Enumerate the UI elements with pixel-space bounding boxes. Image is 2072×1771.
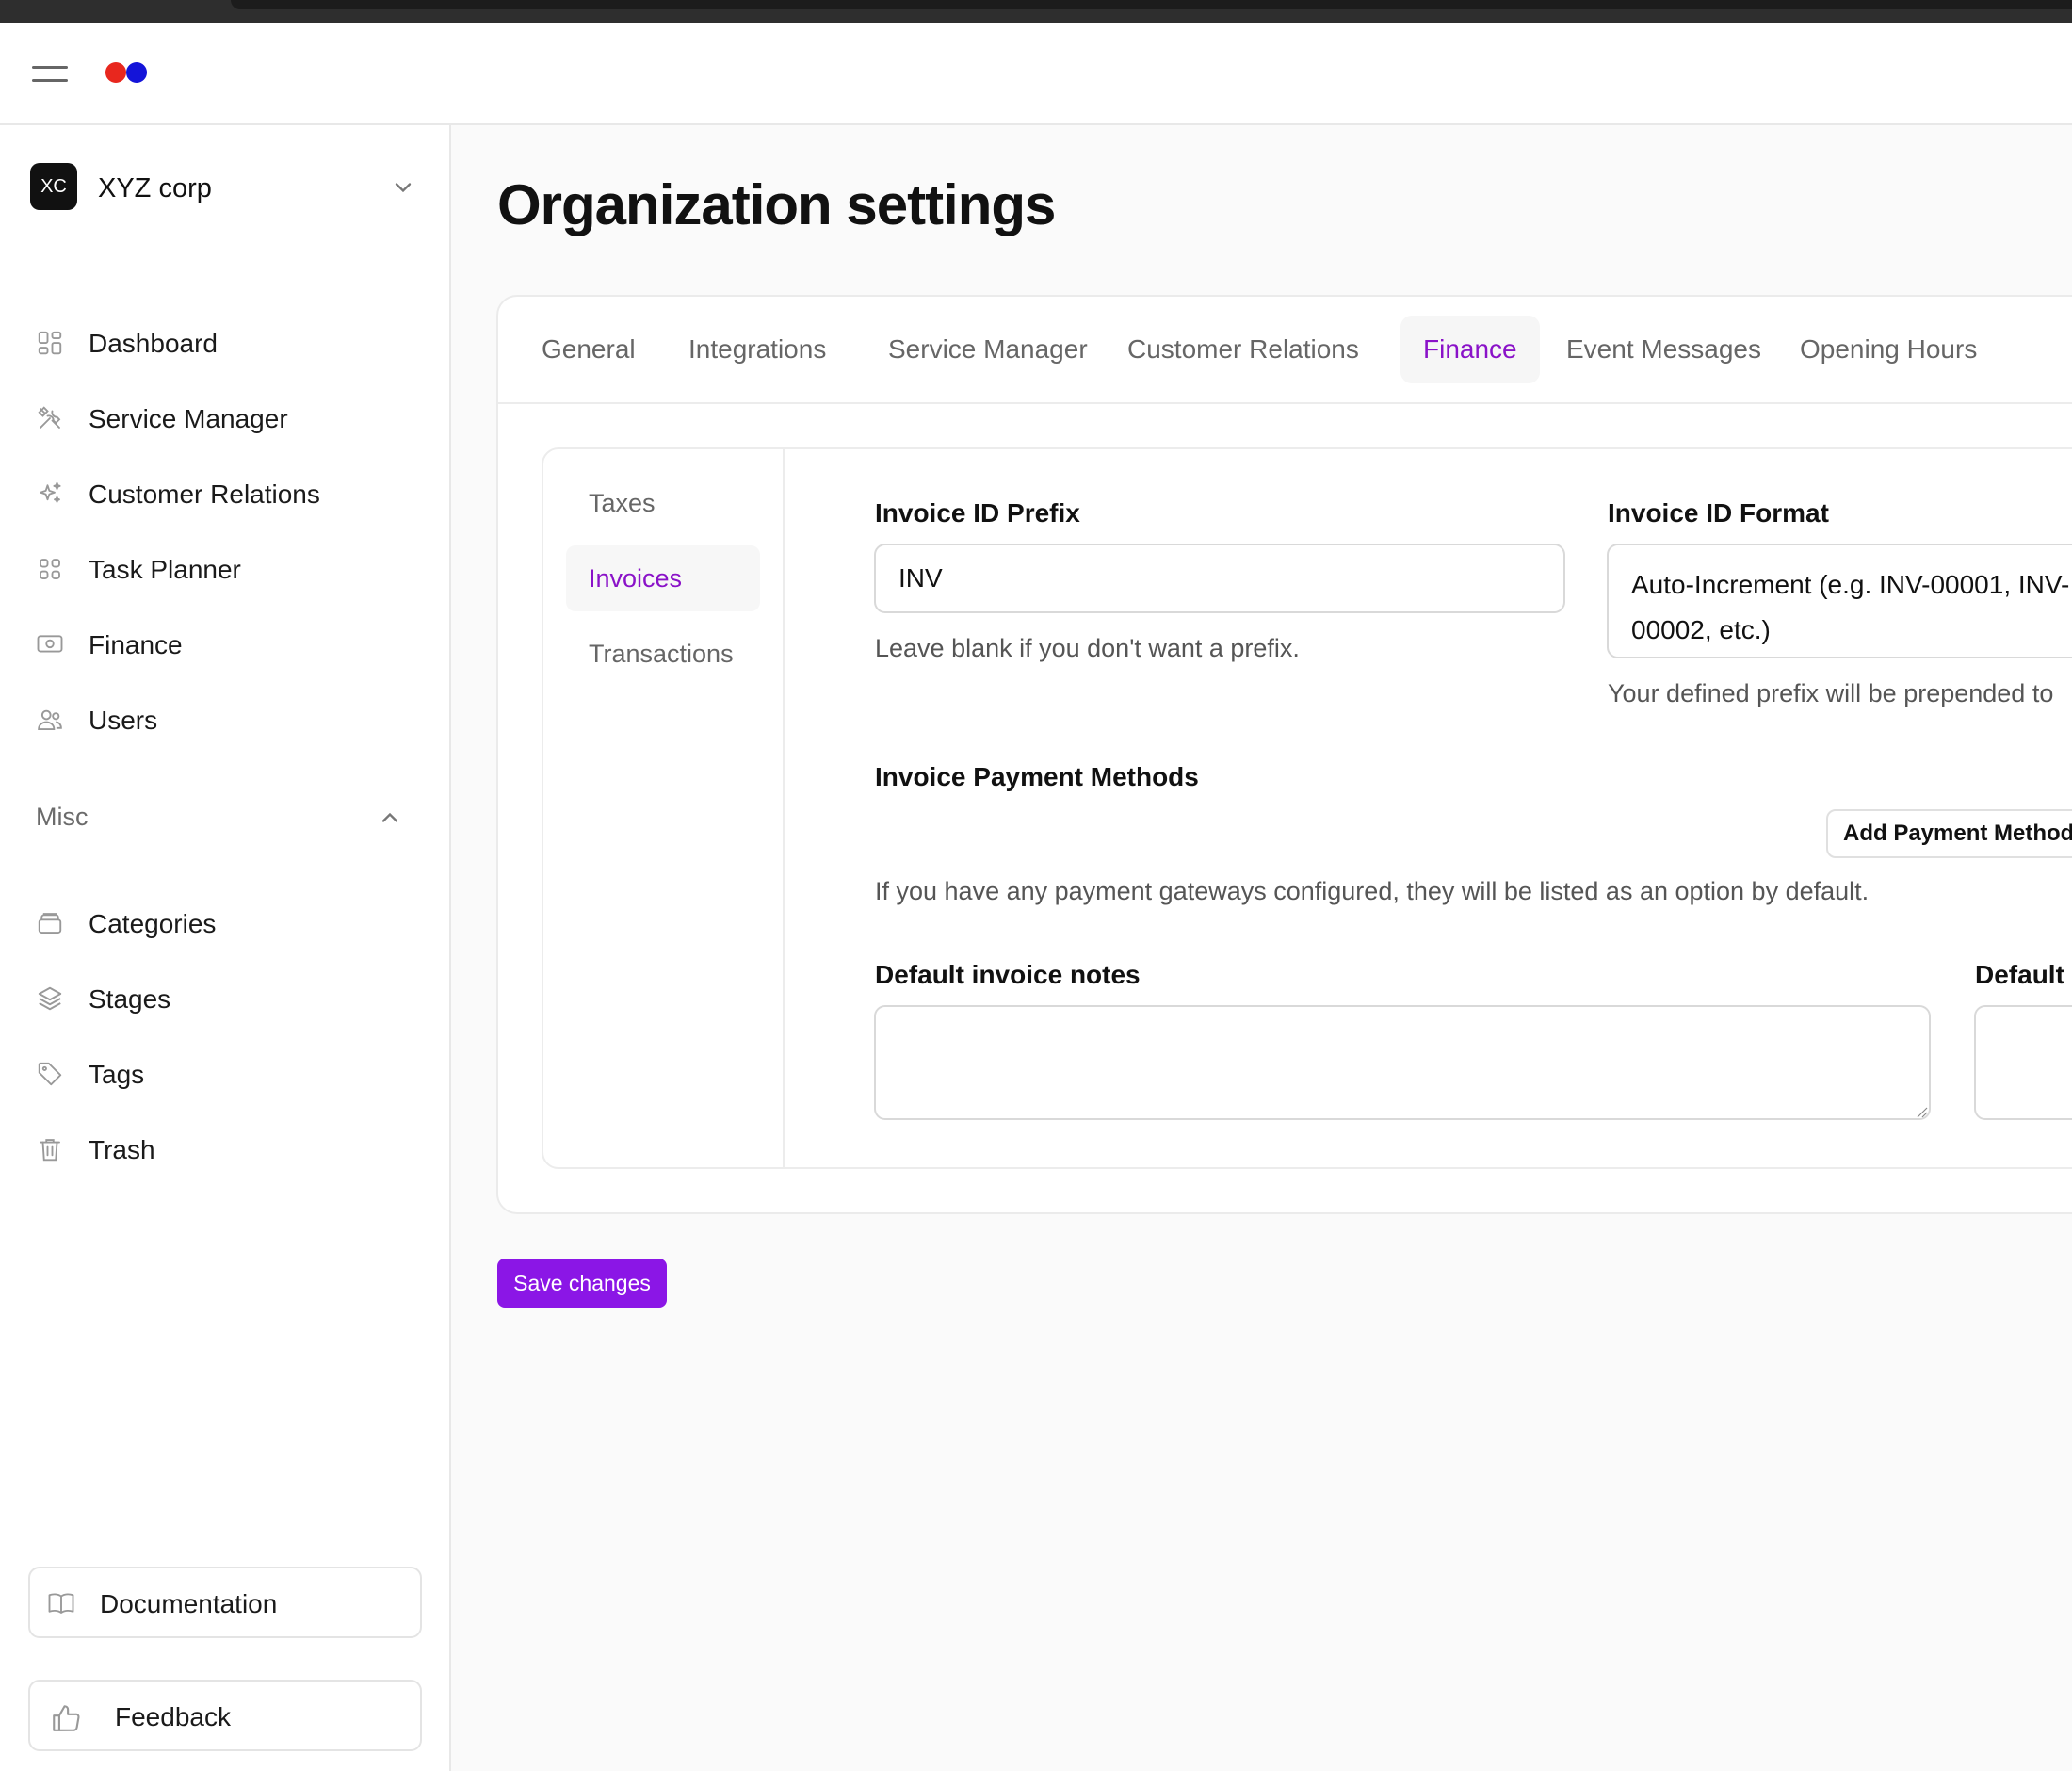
- thumbs-up-icon: [53, 1705, 80, 1731]
- logo-red-dot: [105, 62, 126, 83]
- misc-section-toggle[interactable]: Misc: [36, 799, 403, 837]
- chevron-down-icon: [395, 183, 412, 193]
- menu-icon[interactable]: [32, 62, 68, 85]
- sidebar: XC XYZ corp Dashboard Service Manager Cu…: [0, 125, 451, 1771]
- finance-panel: Taxes Invoices Transactions Invoice ID P…: [542, 447, 2072, 1169]
- documentation-label: Documentation: [100, 1589, 278, 1618]
- tab-integrations[interactable]: Integrations: [666, 316, 849, 383]
- sidebar-item-label: Stages: [89, 984, 171, 1014]
- resize-grip-icon[interactable]: [1915, 1105, 1928, 1118]
- invoice-prefix-label: Invoice ID Prefix: [875, 498, 1080, 528]
- invoice-format-value: Auto-Increment (e.g. INV-00001, INV-0000…: [1631, 570, 2070, 644]
- subnav-label: Invoices: [589, 564, 683, 593]
- second-notes-label: Default i: [1975, 960, 2072, 989]
- banknote-icon: [37, 635, 63, 653]
- layers-icon: [38, 986, 62, 1011]
- tab-general[interactable]: General: [519, 316, 658, 383]
- documentation-button[interactable]: Documentation: [28, 1567, 422, 1638]
- default-notes-label: Default invoice notes: [875, 960, 1141, 989]
- sidebar-item-task-planner[interactable]: Task Planner: [30, 543, 416, 595]
- sidebar-item-label: Customer Relations: [89, 479, 320, 509]
- org-avatar: XC: [30, 163, 77, 210]
- second-notes-textarea[interactable]: [1974, 1005, 2072, 1120]
- invoice-format-help: Your defined prefix will be prepended to: [1608, 679, 2054, 707]
- settings-card: General Integrations Service Manager Cus…: [496, 295, 2072, 1214]
- browser-chrome: [0, 0, 2072, 23]
- subnav-taxes[interactable]: Taxes: [566, 470, 760, 536]
- app-window: XC XYZ corp Dashboard Service Manager Cu…: [0, 23, 2072, 1771]
- sidebar-item-label: Tags: [89, 1060, 145, 1089]
- subnav-label: Transactions: [589, 640, 734, 668]
- grid-icon: [40, 559, 60, 579]
- default-notes-textarea[interactable]: [874, 1005, 1931, 1120]
- org-name: XYZ corp: [98, 173, 212, 203]
- sidebar-item-categories[interactable]: Categories: [30, 897, 416, 950]
- tools-icon: [38, 406, 61, 429]
- invoice-format-label: Invoice ID Format: [1608, 498, 1829, 528]
- logo-blue-dot: [126, 62, 147, 83]
- top-bar: [0, 23, 2072, 125]
- page-title: Organization settings: [497, 173, 1056, 236]
- chevron-up-icon: [381, 812, 398, 822]
- browser-tab-strip: [231, 0, 2072, 9]
- dashboard-icon: [38, 331, 62, 355]
- sidebar-item-finance[interactable]: Finance: [30, 618, 416, 671]
- subnav-label: Taxes: [589, 489, 656, 517]
- sidebar-item-customer-relations[interactable]: Customer Relations: [30, 467, 416, 520]
- sidebar-item-label: Finance: [89, 630, 183, 659]
- payment-methods-label: Invoice Payment Methods: [875, 762, 1199, 791]
- misc-section-label: Misc: [36, 803, 89, 831]
- sidebar-item-tags[interactable]: Tags: [30, 1048, 416, 1100]
- subnav-invoices[interactable]: Invoices: [566, 545, 760, 611]
- payment-methods-help: If you have any payment gateways configu…: [875, 877, 1870, 905]
- subnav-transactions[interactable]: Transactions: [566, 621, 760, 687]
- main-content: Organization settings General Integratio…: [451, 125, 2072, 1771]
- add-payment-method-button[interactable]: Add Payment Method: [1826, 809, 2072, 858]
- sidebar-item-service-manager[interactable]: Service Manager: [30, 392, 416, 445]
- sparkles-icon: [40, 481, 61, 503]
- feedback-label: Feedback: [115, 1702, 231, 1731]
- sidebar-item-label: Categories: [89, 909, 217, 938]
- archive-icon: [38, 913, 62, 934]
- tab-customer-relations[interactable]: Customer Relations: [1105, 316, 1382, 383]
- tag-icon: [38, 1062, 62, 1086]
- trash-icon: [40, 1139, 60, 1162]
- invoice-prefix-help: Leave blank if you don't want a prefix.: [875, 634, 1300, 662]
- sidebar-item-users[interactable]: Users: [30, 693, 416, 746]
- tab-opening-hours[interactable]: Opening Hours: [1777, 316, 1999, 383]
- users-icon: [38, 709, 62, 730]
- sidebar-item-label: Service Manager: [89, 404, 288, 433]
- book-icon: [48, 1593, 74, 1614]
- sidebar-item-label: Task Planner: [89, 555, 241, 584]
- sidebar-item-label: Trash: [89, 1135, 155, 1164]
- app-logo: [105, 62, 151, 83]
- save-changes-button[interactable]: Save changes: [497, 1259, 667, 1308]
- sidebar-item-trash[interactable]: Trash: [30, 1123, 416, 1176]
- tab-service-manager[interactable]: Service Manager: [866, 316, 1110, 383]
- tab-finance[interactable]: Finance: [1400, 316, 1540, 383]
- org-switcher[interactable]: XC XYZ corp: [30, 163, 416, 212]
- sidebar-item-dashboard[interactable]: Dashboard: [30, 317, 416, 369]
- feedback-button[interactable]: Feedback: [28, 1680, 422, 1751]
- tab-event-messages[interactable]: Event Messages: [1544, 316, 1784, 383]
- invoice-format-select[interactable]: Auto-Increment (e.g. INV-00001, INV-0000…: [1607, 544, 2072, 658]
- sidebar-item-label: Users: [89, 706, 158, 735]
- sidebar-item-stages[interactable]: Stages: [30, 972, 416, 1025]
- sidebar-item-label: Dashboard: [89, 329, 218, 358]
- settings-tabs: General Integrations Service Manager Cus…: [498, 297, 2072, 404]
- invoice-prefix-input[interactable]: [874, 544, 1565, 613]
- finance-subnav: Taxes Invoices Transactions: [543, 449, 785, 1167]
